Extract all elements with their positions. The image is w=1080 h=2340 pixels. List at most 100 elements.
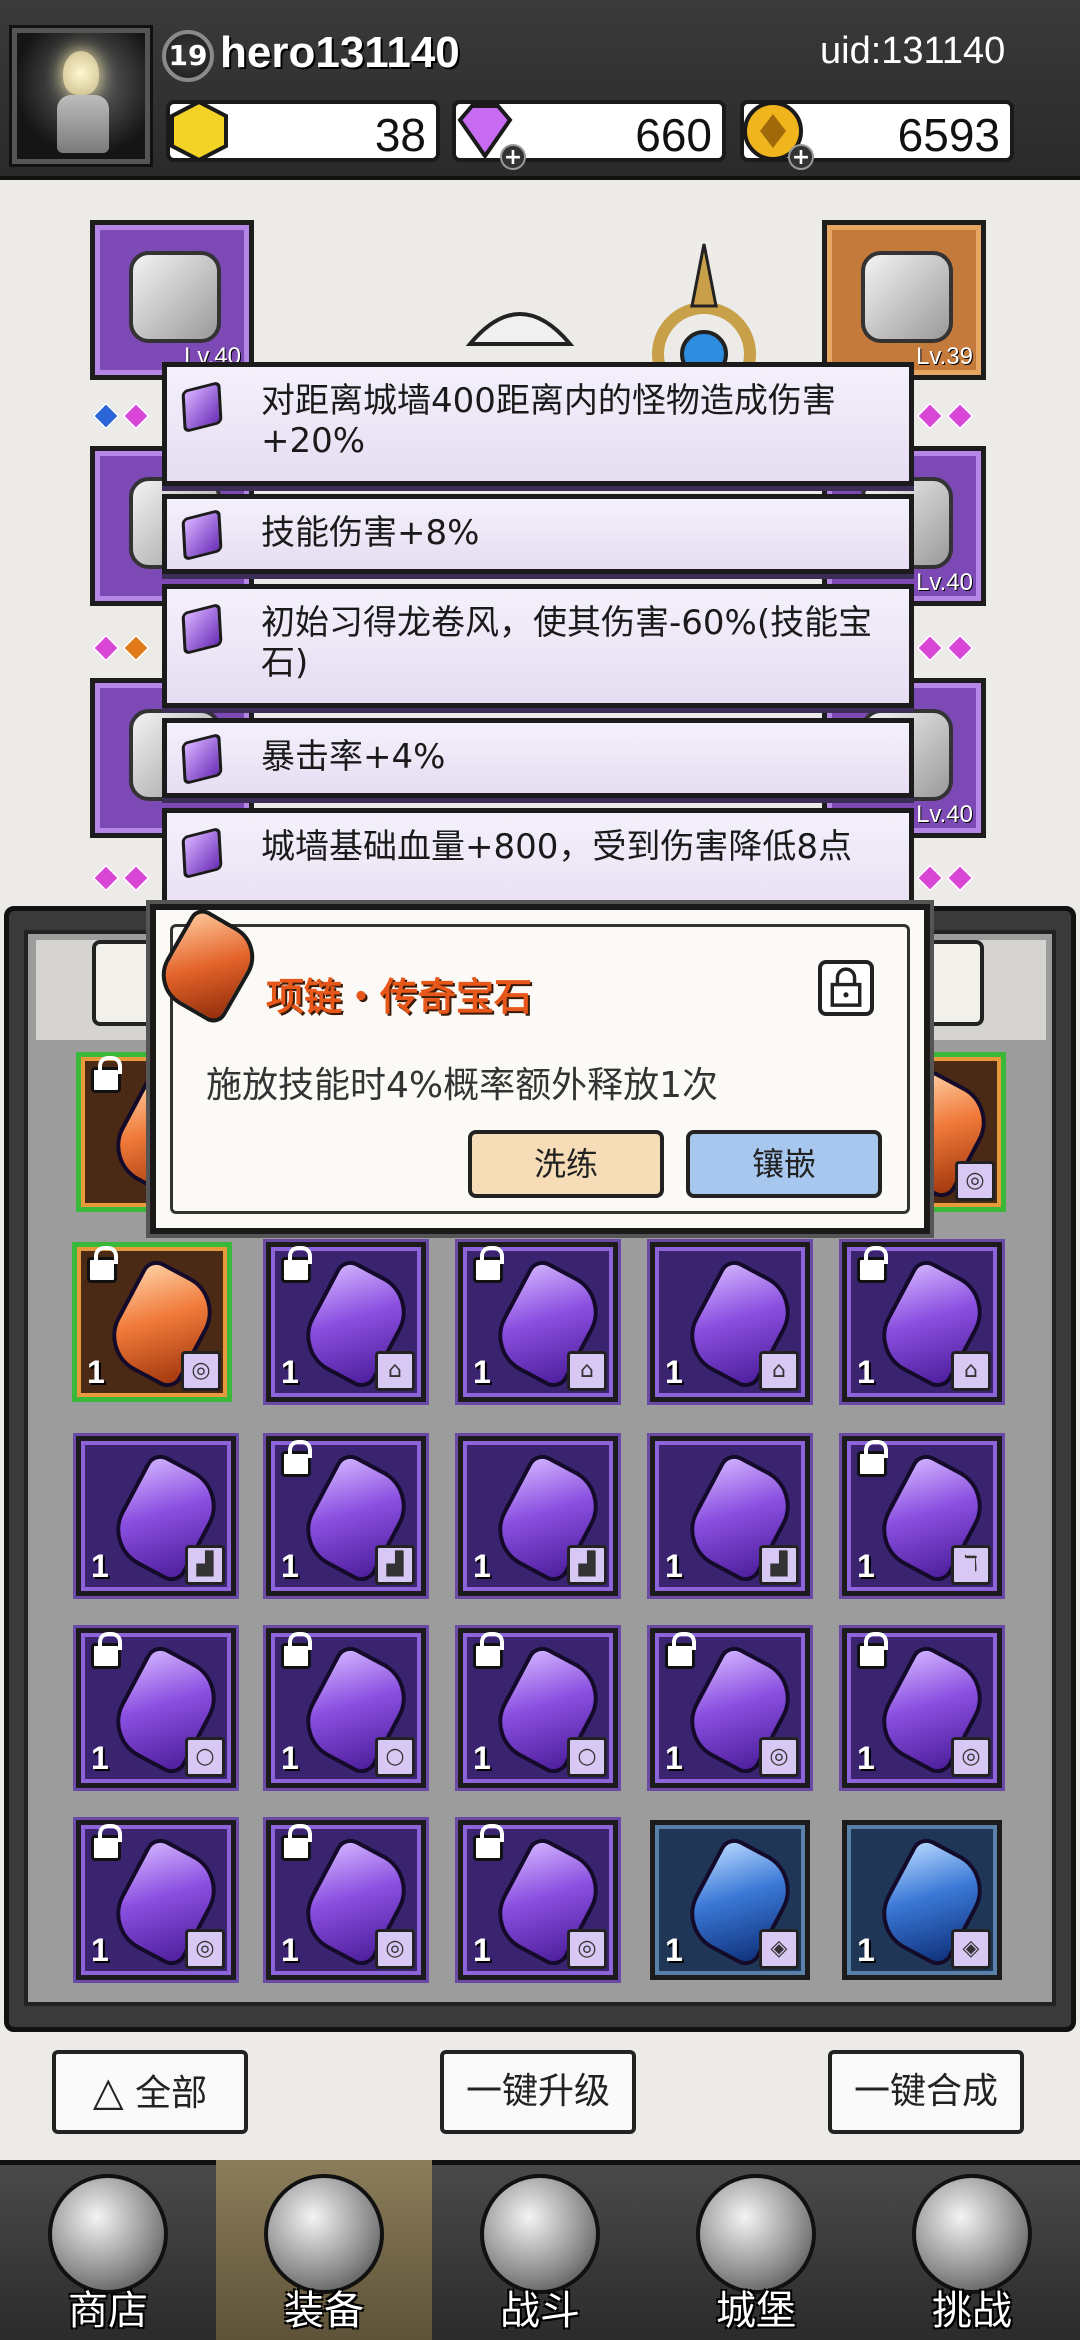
gem-count: 1 bbox=[473, 1932, 491, 1968]
armor-icon: ⌂ bbox=[951, 1351, 991, 1391]
stat-card: 技能伤害+8% bbox=[162, 494, 914, 574]
necklace-icon: ◎ bbox=[759, 1737, 799, 1777]
gem-cell[interactable]: 1 ◎ bbox=[76, 1820, 236, 1980]
gem-cell[interactable]: 1 ◎ bbox=[650, 1628, 810, 1788]
lock-icon bbox=[473, 1632, 504, 1669]
gem-cell[interactable]: 1 ○ bbox=[458, 1628, 618, 1788]
socket-icon bbox=[915, 401, 945, 431]
socket-row bbox=[91, 863, 156, 893]
gem-count: 1 bbox=[473, 1740, 491, 1776]
purple-gem-icon bbox=[181, 508, 223, 562]
gem-detail-description: 施放技能时4%概率额外释放1次 bbox=[206, 1065, 719, 1106]
gem-count: 1 bbox=[665, 1548, 683, 1584]
reforge-button[interactable]: 洗练 bbox=[468, 1130, 664, 1198]
gem-cell[interactable]: 1 ◈ bbox=[842, 1820, 1002, 1980]
gem-cell[interactable]: 1 ⌂ bbox=[842, 1242, 1002, 1402]
gem-count: 1 bbox=[857, 1354, 875, 1390]
currency-diamond[interactable]: + 660 bbox=[452, 100, 726, 170]
lock-icon bbox=[91, 1632, 122, 1669]
currency-coin[interactable]: + 6593 bbox=[740, 100, 1014, 170]
ring-icon: ○ bbox=[185, 1737, 225, 1777]
merge-all-button[interactable]: 一键合成 bbox=[828, 2050, 1024, 2134]
triangle-up-icon: △ bbox=[92, 2069, 124, 2115]
gem-count: 1 bbox=[281, 1932, 299, 1968]
necklace-icon: ◎ bbox=[185, 1929, 225, 1969]
gem-count: 1 bbox=[473, 1548, 491, 1584]
boot-icon: ▟ bbox=[567, 1545, 607, 1585]
gem-count: 1 bbox=[281, 1740, 299, 1776]
boot-icon: ▟ bbox=[759, 1545, 799, 1585]
filter-all-button[interactable]: △ 全部 bbox=[52, 2050, 248, 2134]
socket-icon bbox=[945, 863, 975, 893]
currency-hex-gold[interactable]: 38 bbox=[166, 99, 440, 163]
gem-count: 1 bbox=[87, 1354, 105, 1390]
upgrade-all-button[interactable]: 一键升级 bbox=[440, 2050, 636, 2134]
player-name: hero131140 bbox=[220, 28, 460, 77]
gem-count: 1 bbox=[91, 1932, 109, 1968]
lock-icon bbox=[91, 1056, 122, 1093]
gem-cell[interactable]: 1 ○ bbox=[266, 1628, 426, 1788]
currency-hex-value: 38 bbox=[374, 109, 426, 161]
lock-icon bbox=[473, 1246, 504, 1283]
lock-icon bbox=[87, 1246, 118, 1283]
boot-icon: ▟ bbox=[185, 1545, 225, 1585]
currency-coin-value: 6593 bbox=[897, 109, 1000, 161]
nav-label: 城堡 bbox=[716, 2288, 796, 2334]
lock-icon bbox=[281, 1824, 312, 1861]
lock-icon bbox=[665, 1632, 696, 1669]
purple-gem-icon bbox=[181, 732, 223, 786]
gem-cell-selected[interactable]: 1 ◎ bbox=[72, 1242, 232, 1402]
lock-icon bbox=[857, 1632, 888, 1669]
necklace-icon: ◎ bbox=[567, 1929, 607, 1969]
stat-text: 技能伤害+8% bbox=[261, 513, 480, 553]
pipe-icon: ℸ bbox=[951, 1545, 991, 1585]
stat-card: 暴击率+4% bbox=[162, 718, 914, 798]
nav-castle[interactable]: 城堡 bbox=[648, 2160, 864, 2340]
shop-house-icon bbox=[48, 2174, 168, 2294]
gem-cell[interactable]: 1 ◎ bbox=[842, 1628, 1002, 1788]
equip-level: Lv.39 bbox=[916, 343, 973, 370]
gem-cell[interactable]: 1 ○ bbox=[76, 1628, 236, 1788]
ring-icon: ○ bbox=[567, 1737, 607, 1777]
lock-icon bbox=[281, 1632, 312, 1669]
gem-cell[interactable]: 1 ⌂ bbox=[266, 1242, 426, 1402]
equip-slot-helmet[interactable]: Lv.40 bbox=[90, 220, 254, 380]
gem-cell[interactable]: 1 ℸ bbox=[842, 1436, 1002, 1596]
lock-toggle-icon[interactable] bbox=[818, 960, 874, 1016]
socket-icon bbox=[945, 633, 975, 663]
inlay-button[interactable]: 镶嵌 bbox=[686, 1130, 882, 1198]
shield-icon: ◈ bbox=[951, 1929, 991, 1969]
nav-shop[interactable]: 商店 bbox=[0, 2160, 216, 2340]
add-coin-icon[interactable]: + bbox=[788, 144, 814, 170]
player-avatar[interactable] bbox=[9, 25, 153, 167]
socket-row bbox=[91, 401, 156, 431]
lock-icon bbox=[281, 1246, 312, 1283]
gem-cell[interactable]: 1 ⌂ bbox=[650, 1242, 810, 1402]
socket-icon bbox=[91, 863, 121, 893]
gem-cell[interactable]: 1 ▟ bbox=[458, 1436, 618, 1596]
gem-count: 1 bbox=[857, 1932, 875, 1968]
gem-cell[interactable]: 1 ▟ bbox=[76, 1436, 236, 1596]
gem-cell[interactable]: 1 ▟ bbox=[266, 1436, 426, 1596]
crossed-swords-icon bbox=[480, 2174, 600, 2294]
gem-cell[interactable]: 1 ◎ bbox=[458, 1820, 618, 1980]
socket-icon bbox=[945, 401, 975, 431]
nav-battle[interactable]: 战斗 bbox=[432, 2160, 648, 2340]
gem-cell[interactable]: 1 ▟ bbox=[650, 1436, 810, 1596]
add-diamond-icon[interactable]: + bbox=[500, 144, 526, 170]
helmet-icon bbox=[129, 251, 221, 343]
gem-count: 1 bbox=[665, 1740, 683, 1776]
nav-challenge[interactable]: 挑战 bbox=[864, 2160, 1080, 2340]
gem-cell[interactable]: 1 ◎ bbox=[266, 1820, 426, 1980]
necklace-icon: ◎ bbox=[955, 1161, 995, 1201]
gem-cell[interactable]: 1 ◈ bbox=[650, 1820, 810, 1980]
equip-level: Lv.40 bbox=[916, 801, 973, 828]
gem-count: 1 bbox=[857, 1548, 875, 1584]
gem-count: 1 bbox=[91, 1740, 109, 1776]
gem-cell[interactable]: 1 ⌂ bbox=[458, 1242, 618, 1402]
equip-slot-weapon[interactable]: Lv.39 bbox=[822, 220, 986, 380]
stat-text: 初始习得龙卷风，使其伤害-60%(技能宝石) bbox=[261, 603, 873, 683]
backpack-icon bbox=[264, 2174, 384, 2294]
nav-label: 战斗 bbox=[500, 2288, 580, 2334]
nav-equipment[interactable]: 装备 bbox=[216, 2160, 432, 2340]
